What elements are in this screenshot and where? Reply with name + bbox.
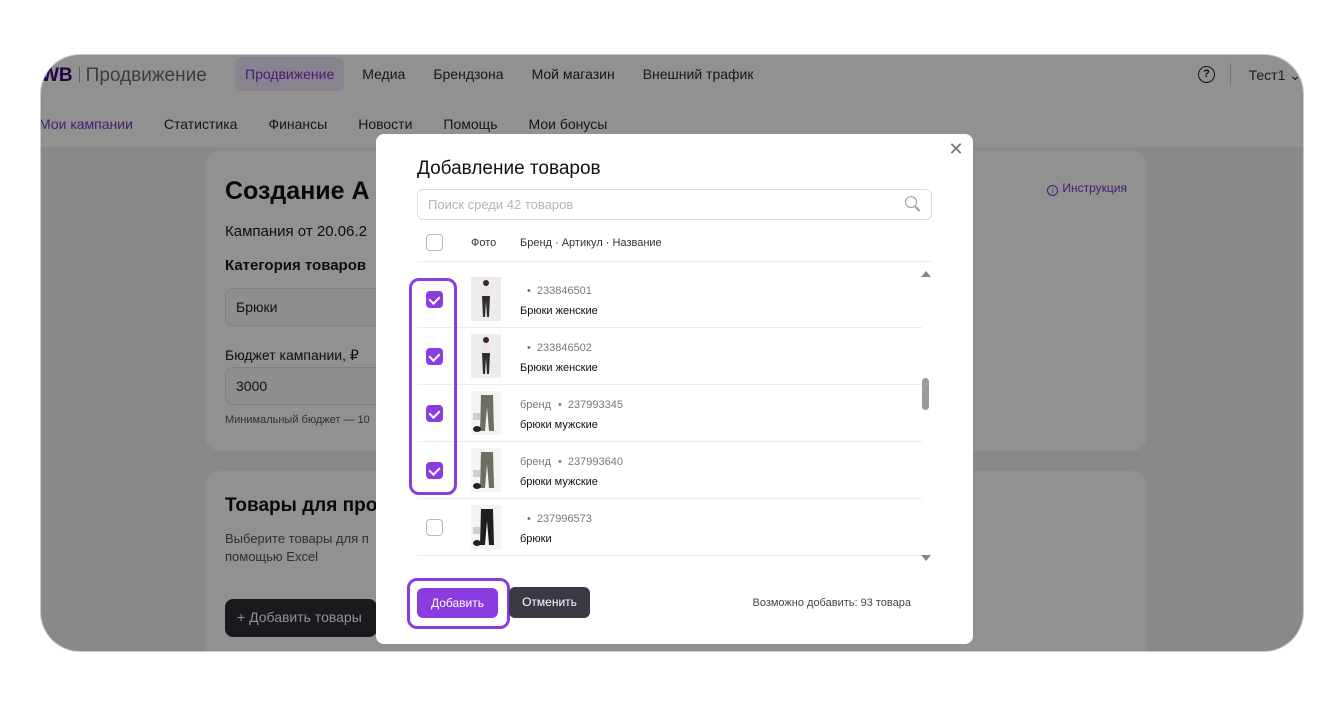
scroll-down-arrow[interactable] [921,555,931,561]
product-article: 237996573 [536,513,592,525]
add-products-dialog: ✕ Добавление товаров Фото Бренд · Артику… [376,134,973,644]
meta-dot: • [527,513,531,525]
product-meta: бренд • 237993345 [520,399,623,411]
highlight-checkboxes [409,278,457,495]
product-brand: бренд [520,456,552,468]
select-all-checkbox[interactable] [426,234,443,251]
product-photo [471,277,501,321]
product-meta: бренд • 237993640 [520,456,623,468]
product-photo [471,448,501,492]
product-name: Брюки женские [520,305,598,317]
product-meta: • 237996573 [520,513,592,525]
search-input[interactable] [418,190,888,219]
product-brand: бренд [520,399,552,411]
scroll-up-arrow[interactable] [921,271,931,277]
meta-dot: • [558,456,562,468]
meta-dot: • [558,399,562,411]
table-row[interactable]: бренд • 237993640 брюки мужские [417,442,922,499]
can-add-counter: Возможно добавить: 93 товара [752,597,911,609]
product-article: 233846502 [536,342,592,354]
meta-dot: • [527,285,531,297]
close-icon[interactable]: ✕ [947,140,965,158]
table-row[interactable]: • 233846501 Брюки женские [417,271,922,328]
product-article: 233846501 [536,285,592,297]
scrollbar-thumb[interactable] [922,378,929,410]
product-name: брюки [520,533,552,545]
product-photo [471,334,501,378]
table-row[interactable]: бренд • 237993345 брюки мужские [417,385,922,442]
column-photo: Фото [471,237,497,249]
product-name: брюки мужские [520,419,598,431]
search-icon[interactable] [905,196,921,212]
row-checkbox[interactable] [426,519,443,536]
search-box [417,189,932,220]
table-row[interactable]: • 237996573 брюки [417,499,922,556]
product-photo [471,391,501,435]
product-list[interactable]: • 233846501 Брюки женские • 233846502 Брюк… [417,271,922,566]
product-article: 237993345 [567,399,623,411]
product-meta: • 233846501 [520,285,592,297]
product-photo [471,505,501,549]
table-row[interactable]: • 233846502 Брюки женские [417,328,922,385]
cancel-button[interactable]: Отменить [509,587,590,618]
product-article: 237993640 [567,456,623,468]
product-name: брюки мужские [520,476,598,488]
dialog-title: Добавление товаров [417,158,601,179]
meta-dot: • [527,342,531,354]
product-meta: • 233846502 [520,342,592,354]
add-button[interactable]: Добавить [417,588,498,618]
product-name: Брюки женские [520,362,598,374]
column-info: Бренд · Артикул · Название [520,237,662,249]
table-header: Фото Бренд · Артикул · Название [417,232,932,262]
